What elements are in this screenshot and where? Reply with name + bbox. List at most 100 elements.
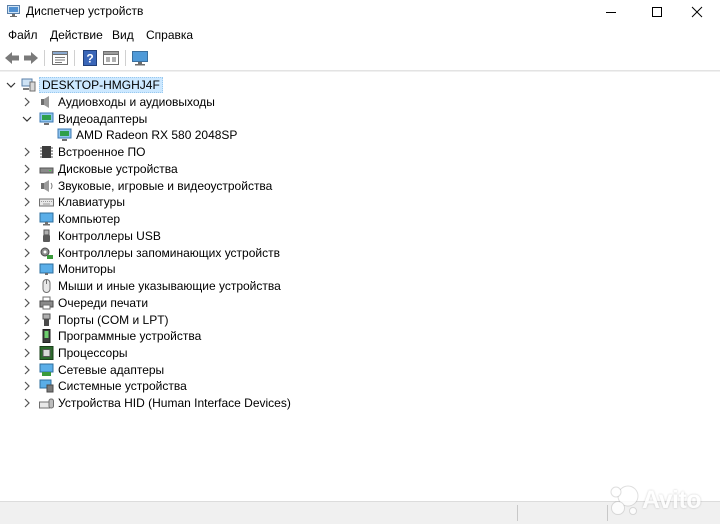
- minimize-icon: [606, 12, 616, 13]
- hid-icon: [39, 398, 54, 409]
- scan-hardware-button[interactable]: [131, 49, 149, 67]
- system-device-icon: [39, 379, 54, 393]
- avito-logo-icon: [610, 485, 639, 515]
- chevron-right-icon[interactable]: [22, 331, 32, 341]
- tree-category-label: Аудиовходы и аудиовыходы: [58, 95, 215, 109]
- tree-device-label: AMD Radeon RX 580 2048SP: [76, 128, 238, 142]
- tree-category-sound[interactable]: Звуковые, игровые и видеоустройства: [0, 178, 360, 194]
- chevron-right-icon[interactable]: [22, 231, 32, 241]
- menu-action[interactable]: Действие: [50, 28, 103, 42]
- computer-monitor-icon: [39, 212, 54, 226]
- properties-button[interactable]: [51, 49, 69, 67]
- status-separator: [517, 505, 518, 521]
- tree-category-label: Процессоры: [58, 346, 128, 360]
- title-bar: Диспетчер устройств: [0, 0, 720, 24]
- tree-category-network-adapters[interactable]: Сетевые адаптеры: [0, 362, 360, 378]
- chevron-right-icon[interactable]: [22, 365, 32, 375]
- tree-category-mice[interactable]: Мыши и иные указывающие устройства: [0, 278, 360, 294]
- chevron-right-icon[interactable]: [22, 164, 32, 174]
- back-button[interactable]: [3, 49, 21, 67]
- chevron-down-icon[interactable]: [22, 114, 32, 124]
- toolbar-separator: [74, 50, 75, 66]
- tree-root-label: DESKTOP-HMGHJ4F: [39, 77, 163, 93]
- tree-category-display-adapters[interactable]: Видеоадаптеры: [0, 111, 360, 127]
- monitor-scan-icon: [132, 51, 148, 66]
- tree-category-ports[interactable]: Порты (COM и LPT): [0, 312, 360, 328]
- close-icon: [691, 6, 703, 18]
- tree-category-label: Контроллеры USB: [58, 229, 161, 243]
- chevron-right-icon[interactable]: [22, 381, 32, 391]
- chevron-right-icon[interactable]: [22, 248, 32, 258]
- minimize-button[interactable]: [588, 0, 634, 24]
- close-button[interactable]: [674, 0, 720, 24]
- chevron-right-icon[interactable]: [22, 315, 32, 325]
- mouse-icon: [42, 279, 51, 293]
- tree-device-amd-radeon[interactable]: AMD Radeon RX 580 2048SP: [0, 127, 360, 143]
- chevron-right-icon[interactable]: [22, 181, 32, 191]
- port-icon: [42, 313, 51, 326]
- chevron-down-icon[interactable]: [6, 80, 16, 90]
- network-adapter-icon: [39, 363, 54, 376]
- window-title: Диспетчер устройств: [26, 4, 144, 18]
- tree-category-monitors[interactable]: Мониторы: [0, 261, 360, 277]
- display-adapter-icon: [39, 112, 54, 125]
- display-adapter-icon: [57, 128, 72, 141]
- chevron-right-icon[interactable]: [22, 264, 32, 274]
- toolbar-separator: [44, 50, 45, 66]
- tree-category-label: Компьютер: [58, 212, 121, 226]
- chevron-right-icon[interactable]: [22, 348, 32, 358]
- help-button[interactable]: ?: [81, 49, 99, 67]
- svg-text:?: ?: [86, 52, 93, 66]
- monitor-icon: [39, 263, 54, 275]
- tree-category-label: Мониторы: [58, 262, 116, 276]
- tree-category-label: Системные устройства: [58, 379, 187, 393]
- tree-category-system-devices[interactable]: Системные устройства: [0, 378, 360, 394]
- menu-bar: Файл Действие Вид Справка: [0, 25, 720, 45]
- tree-category-disk-drives[interactable]: Дисковые устройства: [0, 161, 360, 177]
- back-icon: [5, 52, 19, 64]
- tree-category-firmware[interactable]: Встроенное ПО: [0, 144, 360, 160]
- chevron-right-icon[interactable]: [22, 147, 32, 157]
- firmware-icon: [40, 146, 53, 158]
- chevron-right-icon[interactable]: [22, 281, 32, 291]
- tree-category-storage-controllers[interactable]: Контроллеры запоминающих устройств: [0, 245, 360, 261]
- chevron-right-icon[interactable]: [22, 298, 32, 308]
- device-manager-app-icon: [7, 5, 20, 17]
- help-icon: ?: [83, 50, 97, 66]
- computer-icon: [21, 78, 36, 92]
- chevron-right-icon[interactable]: [22, 398, 32, 408]
- tree-category-keyboards[interactable]: Клавиатуры: [0, 194, 360, 210]
- show-hidden-button[interactable]: [102, 49, 120, 67]
- chevron-right-icon[interactable]: [22, 214, 32, 224]
- tree-category-computer[interactable]: Компьютер: [0, 211, 360, 227]
- tree-category-label: Программные устройства: [58, 329, 202, 343]
- tree-category-hid[interactable]: Устройства HID (Human Interface Devices): [0, 395, 360, 411]
- menu-help[interactable]: Справка: [146, 28, 193, 42]
- forward-button[interactable]: [22, 49, 40, 67]
- tree-category-label: Устройства HID (Human Interface Devices): [58, 396, 291, 410]
- toolbar: ?: [0, 46, 720, 71]
- tree-category-audio-io[interactable]: Аудиовходы и аудиовыходы: [0, 94, 360, 110]
- tree-category-usb[interactable]: Контроллеры USB: [0, 228, 360, 244]
- tree-category-print-queues[interactable]: Очереди печати: [0, 295, 360, 311]
- menu-view[interactable]: Вид: [112, 28, 134, 42]
- chevron-right-icon[interactable]: [22, 97, 32, 107]
- disk-drive-icon: [39, 167, 54, 174]
- menu-file[interactable]: Файл: [8, 28, 38, 42]
- toolbar-separator: [125, 50, 126, 66]
- device-tree: DESKTOP-HMGHJ4F Аудиовходы и аудиовыходы…: [0, 71, 720, 502]
- tree-category-processors[interactable]: Процессоры: [0, 345, 360, 361]
- processor-icon: [39, 346, 54, 360]
- audio-io-icon: [41, 96, 49, 108]
- sound-icon: [41, 180, 53, 192]
- software-device-icon: [42, 329, 51, 343]
- chevron-right-icon[interactable]: [22, 197, 32, 207]
- tree-category-label: Дисковые устройства: [58, 162, 178, 176]
- tree-category-label: Звуковые, игровые и видеоустройства: [58, 179, 273, 193]
- tree-root-node[interactable]: DESKTOP-HMGHJ4F: [0, 77, 260, 93]
- tree-category-software-devices[interactable]: Программные устройства: [0, 328, 360, 344]
- forward-icon: [24, 52, 38, 64]
- keyboard-icon: [39, 198, 54, 207]
- tree-category-label: Сетевые адаптеры: [58, 363, 165, 377]
- show-hidden-icon: [103, 51, 119, 65]
